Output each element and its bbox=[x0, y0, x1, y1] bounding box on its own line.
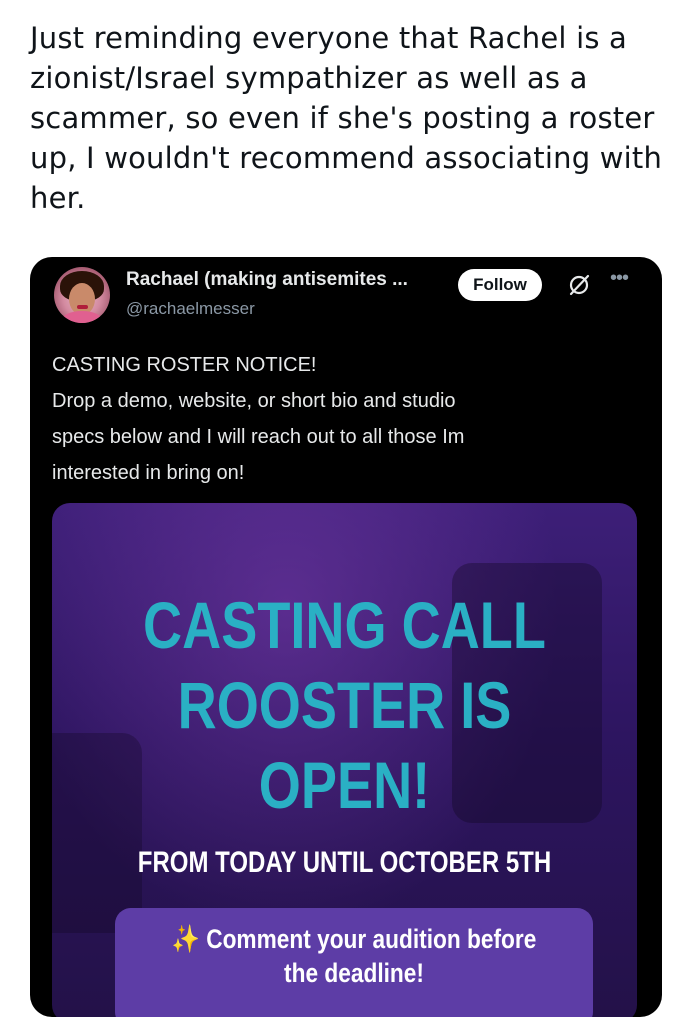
tweet-body-line: CASTING ROSTER NOTICE! bbox=[52, 354, 317, 376]
follow-button[interactable]: Follow bbox=[458, 269, 542, 301]
tweet-body-line: specs below and I will reach out to all … bbox=[52, 426, 465, 448]
avatar[interactable] bbox=[54, 267, 110, 323]
cta-box: ✨ Comment your audition before the deadl… bbox=[115, 908, 593, 1017]
tweet-body: CASTING ROSTER NOTICE! Drop a demo, webs… bbox=[52, 347, 642, 491]
author-name[interactable]: Rachael (making antisemites ... bbox=[126, 269, 466, 291]
author-handle[interactable]: @rachaelmesser bbox=[126, 299, 255, 319]
cta-line: Comment your audition before bbox=[206, 924, 537, 954]
post-text: Just reminding everyone that Rachel is a… bbox=[30, 21, 663, 215]
headline-line: CASTING CALL bbox=[143, 588, 546, 662]
tweet-body-line: interested in bring on! bbox=[52, 462, 245, 484]
headline-line: OPEN! bbox=[258, 748, 431, 822]
cta-line: the deadline! bbox=[284, 958, 424, 988]
tweet-body-line: Drop a demo, website, or short bio and s… bbox=[52, 390, 456, 412]
date-range-text: FROM TODAY UNTIL OCTOBER 5TH bbox=[137, 846, 552, 879]
casting-call-headline: CASTING CALL ROOSTER IS OPEN! bbox=[105, 585, 585, 825]
quoted-tweet-card[interactable]: Rachael (making antisemites ... @rachael… bbox=[30, 257, 662, 1017]
tweet-media-image[interactable]: CASTING CALL ROOSTER IS OPEN! FROM TODAY… bbox=[52, 503, 637, 1017]
headline-line: ROOSTER IS bbox=[177, 668, 512, 742]
more-icon[interactable]: ••• bbox=[610, 267, 629, 290]
quoted-tweet-header: Rachael (making antisemites ... @rachael… bbox=[30, 257, 662, 337]
grok-icon[interactable] bbox=[567, 273, 591, 297]
sparkle-icon: ✨ bbox=[171, 924, 200, 954]
cta-text: ✨ Comment your audition before the deadl… bbox=[153, 922, 555, 990]
